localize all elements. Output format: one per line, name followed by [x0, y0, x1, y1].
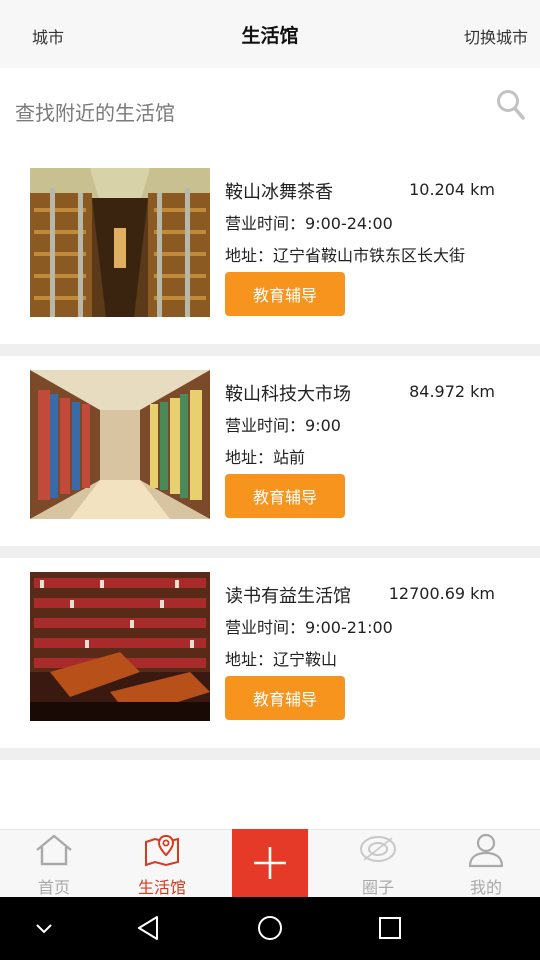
hours-value: 9:00-24:00: [305, 214, 393, 233]
venue-address: 地址：辽宁鞍山: [225, 646, 337, 670]
category-tag-button[interactable]: 教育辅导: [225, 474, 345, 518]
venue-list: 鞍山冰舞茶香 10.204 km 营业时间：9:00-24:00 地址：辽宁省鞍…: [0, 154, 540, 760]
person-icon: [468, 833, 504, 868]
plus-icon: [254, 847, 286, 879]
address-value: 站前: [273, 448, 306, 467]
venue-photo: [30, 168, 210, 317]
hours-label: 营业时间：: [225, 416, 306, 435]
divider: [0, 546, 540, 558]
recent-apps-icon[interactable]: [373, 911, 407, 945]
address-label: 地址：: [225, 246, 274, 265]
list-item[interactable]: 鞍山冰舞茶香 10.204 km 营业时间：9:00-24:00 地址：辽宁省鞍…: [0, 154, 540, 344]
venue-name: 鞍山科技大市场: [225, 384, 351, 405]
address-value: 辽宁省鞍山市铁东区长大街: [273, 246, 466, 265]
bottom-tab-bar: 首页 生活馆 圈子 我的: [0, 829, 540, 898]
category-tag-button[interactable]: 教育辅导: [225, 272, 345, 316]
tab-home[interactable]: 首页: [0, 830, 108, 898]
search-icon[interactable]: [496, 88, 526, 122]
system-nav-bar: [0, 897, 540, 960]
venue-photo: [30, 370, 210, 519]
address-value: 辽宁鞍山: [273, 650, 338, 669]
list-item[interactable]: 鞍山科技大市场 84.972 km 营业时间：9:00 地址：站前 教育辅导: [0, 356, 540, 546]
divider: [0, 748, 540, 760]
venue-address: 地址：辽宁省鞍山市铁东区长大街: [225, 242, 465, 266]
add-button[interactable]: [232, 829, 308, 898]
search-input[interactable]: [15, 96, 485, 130]
map-pin-icon: [145, 834, 179, 867]
venue-distance: 84.972 km: [409, 382, 495, 401]
venue-photo: [30, 572, 210, 721]
venue-hours: 营业时间：9:00-24:00: [225, 210, 393, 234]
tab-label: 生活馆: [137, 878, 186, 897]
venue-address: 地址：站前: [225, 444, 305, 468]
address-label: 地址：: [225, 650, 274, 669]
hours-label: 营业时间：: [225, 618, 306, 637]
hours-label: 营业时间：: [225, 214, 306, 233]
chevron-down-icon[interactable]: [27, 911, 61, 945]
hours-value: 9:00-21:00: [305, 618, 393, 637]
tab-label: 圈子: [361, 878, 394, 897]
venue-distance: 10.204 km: [409, 180, 495, 199]
page-title: 生活馆: [241, 25, 299, 47]
hours-value: 9:00: [305, 416, 341, 435]
tab-life-hall[interactable]: 生活馆: [108, 830, 216, 898]
search-bar: [0, 68, 540, 154]
divider: [0, 344, 540, 356]
address-label: 地址：: [225, 448, 274, 467]
venue-distance: 12700.69 km: [388, 584, 495, 603]
tab-label: 我的: [469, 878, 502, 897]
venue-name: 鞍山冰舞茶香: [225, 182, 333, 203]
category-tag-button[interactable]: 教育辅导: [225, 676, 345, 720]
tab-mine[interactable]: 我的: [432, 830, 540, 898]
venue-hours: 营业时间：9:00: [225, 412, 341, 436]
list-item[interactable]: 读书有益生活馆 12700.69 km 营业时间：9:00-21:00 地址：辽…: [0, 558, 540, 748]
venue-name: 读书有益生活馆: [225, 586, 351, 607]
tab-label: 首页: [37, 878, 70, 897]
venue-hours: 营业时间：9:00-21:00: [225, 614, 393, 638]
eye-icon: [360, 836, 396, 862]
switch-city-button[interactable]: 切换城市: [464, 24, 528, 48]
back-icon[interactable]: [133, 911, 167, 945]
home-circle-icon[interactable]: [253, 911, 287, 945]
top-bar: 城市 生活馆 切换城市: [0, 0, 540, 68]
tab-circle[interactable]: 圈子: [324, 830, 432, 898]
home-icon: [36, 834, 72, 866]
